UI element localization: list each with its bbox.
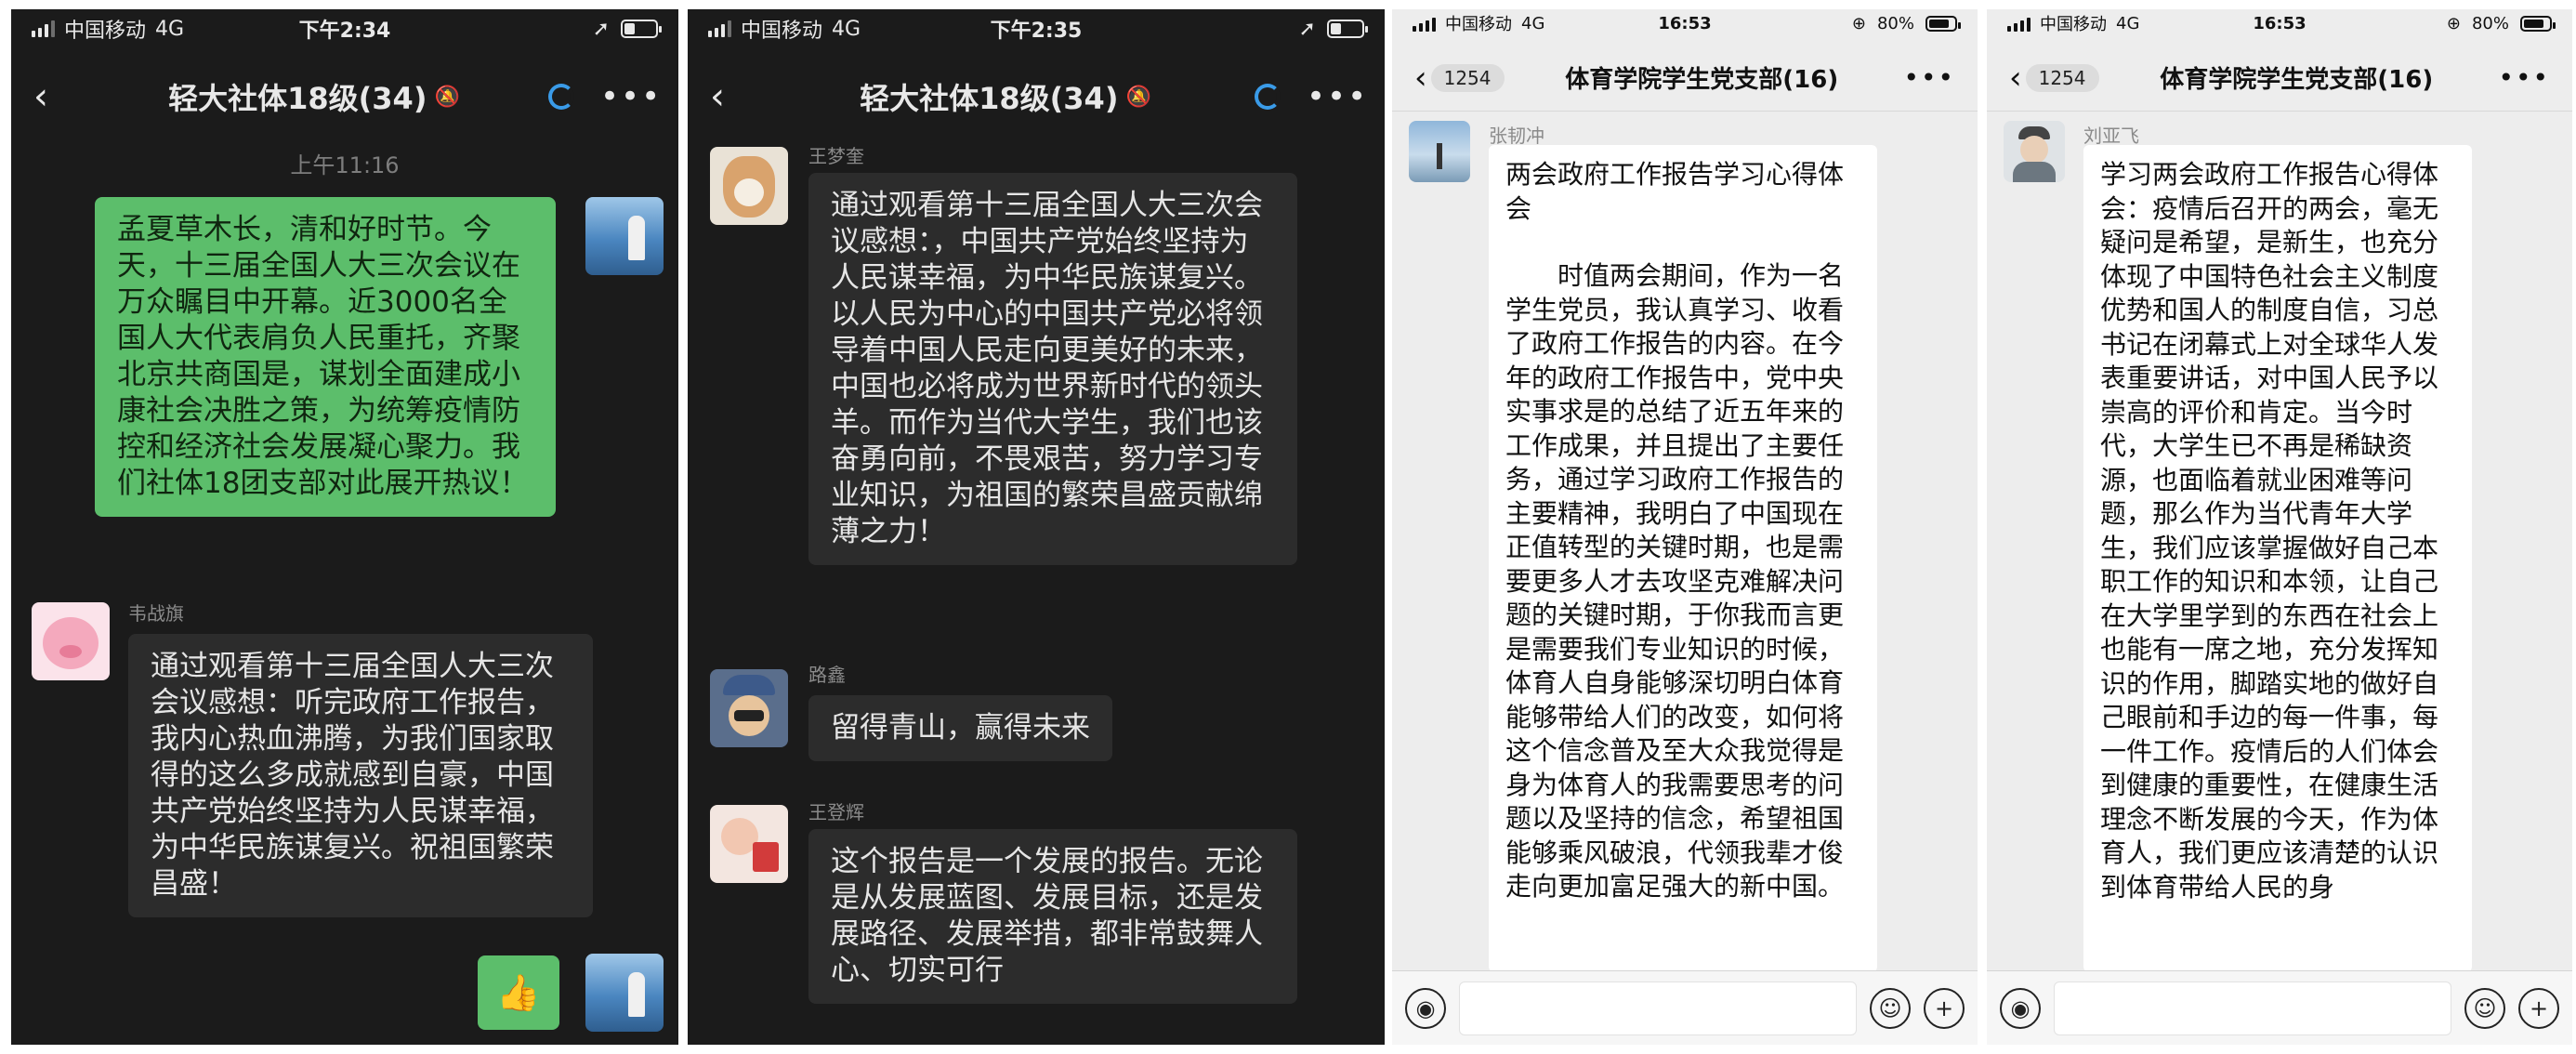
emoji-icon[interactable]: ☺: [1870, 987, 1911, 1029]
more-icon[interactable]: •••: [1307, 78, 1366, 115]
chat-header: ‹ 轻大社体18级(34) 🔕 •••: [11, 54, 678, 139]
chat-screen-1: 中国移动 4G 下午2:34 ➚ ‹ 轻大社体18级(34) 🔕 ••• 上午11…: [11, 9, 678, 1045]
network-type: 4G: [155, 17, 185, 41]
chat-header: ‹ 1254 体育学院学生党支部(16) •••: [1987, 45, 2572, 112]
signal-icon: [708, 20, 731, 37]
message-bubble[interactable]: 通过观看第十三届全国人大三次会议感想：，中国共产党始终坚持为人民谋幸福，为中华民…: [808, 173, 1297, 565]
back-icon[interactable]: ‹: [2009, 59, 2022, 97]
sender-name: 王梦奎: [808, 145, 864, 167]
message-bubble[interactable]: 两会政府工作报告学习心得体会 时值两会期间，作为一名学生党员，我认真学习、收看了…: [1489, 145, 1877, 972]
chat-header: ‹ 1254 体育学院学生党支部(16) •••: [1392, 45, 1978, 112]
message-bubble[interactable]: 留得青山，赢得未来: [808, 695, 1112, 761]
carrier: 中国移动: [1445, 15, 1512, 34]
network-type: 4G: [832, 17, 861, 41]
network-type: 4G: [2116, 13, 2140, 33]
message-input[interactable]: [1459, 981, 1857, 1035]
carrier: 中国移动: [2040, 15, 2107, 34]
avatar[interactable]: [710, 147, 788, 225]
clock: 下午2:34: [298, 20, 391, 43]
input-bar: ◉ ☺ +: [1392, 970, 1978, 1045]
back-icon[interactable]: ‹: [1414, 59, 1427, 97]
sender-name: 刘亚飞: [2083, 125, 2139, 147]
chat-title: 轻大社体18级(34): [168, 81, 427, 116]
clock: 16:53: [2253, 13, 2307, 33]
sync-icon[interactable]: [1255, 84, 1281, 110]
status-bar: 中国移动 4G 下午2:35 ➚: [688, 9, 1385, 48]
input-bar: ◉ ☺ +: [1987, 970, 2572, 1045]
battery-icon: [1925, 15, 1961, 32]
battery-icon: [1326, 20, 1368, 38]
chat-header: ‹ 轻大社体18级(34) 🔕 •••: [688, 54, 1385, 139]
battery-icon: [2519, 15, 2556, 32]
more-icon[interactable]: •••: [2494, 62, 2550, 93]
clock: 下午2:35: [990, 20, 1083, 43]
message-bubble[interactable]: 学习两会政府工作报告心得体会：疫情后召开的两会，毫无疑问是希望，是新生，也充分体…: [2083, 145, 2472, 972]
message-bubble[interactable]: 孟夏草木长，清和好时节。今天，十三届全国人大三次会议在万众瞩目中开幕。近3000…: [95, 197, 556, 517]
clock: 16:53: [1658, 13, 1712, 33]
carrier: 中国移动: [64, 20, 147, 43]
mute-icon: 🔕: [1125, 85, 1151, 109]
plus-icon[interactable]: +: [2518, 987, 2559, 1029]
avatar[interactable]: [585, 954, 664, 1032]
message-heading: 两会政府工作报告学习心得体会: [1505, 159, 1845, 224]
battery-percent: 80%: [2471, 13, 2509, 33]
avatar[interactable]: [585, 197, 664, 275]
orientation-lock-icon: ⊕: [1851, 13, 1866, 33]
plus-icon[interactable]: +: [1924, 987, 1965, 1029]
back-icon[interactable]: ‹: [710, 75, 756, 118]
chat-title: 体育学院学生党支部(16): [2160, 66, 2434, 94]
signal-icon: [1413, 15, 1436, 32]
chat-title: 体育学院学生党支部(16): [1565, 66, 1839, 94]
message-timestamp: 上午11:16: [290, 152, 400, 178]
status-bar: 中国移动 4G 下午2:34 ➚: [11, 9, 678, 48]
battery-percent: 80%: [1876, 13, 1914, 33]
message-body: 时值两会期间，作为一名学生党员，我认真学习、收看了政府工作报告的内容。在今年的政…: [1505, 260, 1845, 902]
message-bubble[interactable]: 这个报告是一个发展的报告。无论是从发展蓝图、发展目标，还是发展路径、发展举措，都…: [808, 829, 1297, 1004]
unread-count-badge[interactable]: 1254: [1430, 63, 1505, 92]
signal-icon: [2007, 15, 2031, 32]
sender-name: 韦战旗: [128, 602, 184, 625]
message-bubble[interactable]: 通过观看第十三届全国人大三次会议感想：听完政府工作报告，我内心热血沸腾，为我们国…: [128, 634, 593, 917]
message-body: 学习两会政府工作报告心得体会：疫情后召开的两会，毫无疑问是希望，是新生，也充分体…: [2100, 159, 2439, 902]
chat-title: 轻大社体18级(34): [860, 81, 1119, 116]
emoji-icon[interactable]: ☺: [2464, 987, 2505, 1029]
sender-name: 张韧冲: [1489, 125, 1544, 147]
avatar[interactable]: [1409, 121, 1470, 182]
location-icon: ➚: [1298, 17, 1316, 41]
avatar[interactable]: [710, 669, 788, 747]
unread-count-badge[interactable]: 1254: [2025, 63, 2099, 92]
location-icon: ➚: [592, 17, 611, 41]
message-input[interactable]: [2054, 981, 2451, 1035]
voice-icon[interactable]: ◉: [2000, 987, 2041, 1029]
orientation-lock-icon: ⊕: [2446, 13, 2461, 33]
back-icon[interactable]: ‹: [33, 75, 80, 118]
sender-name: 王登辉: [808, 801, 864, 823]
status-bar: 中国移动 4G 16:53 ⊕ 80%: [1987, 9, 2572, 37]
sync-icon[interactable]: [548, 84, 574, 110]
more-icon[interactable]: •••: [600, 78, 660, 115]
carrier: 中国移动: [741, 20, 823, 43]
chat-screen-4: 中国移动 4G 16:53 ⊕ 80% ‹ 1254 体育学院学生党支部(16)…: [1987, 9, 2572, 1045]
mute-icon: 🔕: [434, 85, 460, 109]
network-type: 4G: [1521, 13, 1545, 33]
status-bar: 中国移动 4G 16:53 ⊕ 80%: [1392, 9, 1978, 37]
avatar[interactable]: [32, 602, 110, 680]
more-icon[interactable]: •••: [1899, 62, 1955, 93]
message-bubble[interactable]: 👍: [478, 955, 559, 1030]
chat-screen-2: 中国移动 4G 下午2:35 ➚ ‹ 轻大社体18级(34) 🔕 ••• 王梦奎 …: [688, 9, 1385, 1045]
avatar[interactable]: [2004, 121, 2065, 182]
signal-icon: [32, 20, 55, 37]
avatar[interactable]: [710, 805, 788, 883]
battery-icon: [621, 20, 663, 38]
chat-screen-3: 中国移动 4G 16:53 ⊕ 80% ‹ 1254 体育学院学生党支部(16)…: [1392, 9, 1978, 1045]
sender-name: 路鑫: [808, 664, 846, 686]
voice-icon[interactable]: ◉: [1405, 987, 1446, 1029]
